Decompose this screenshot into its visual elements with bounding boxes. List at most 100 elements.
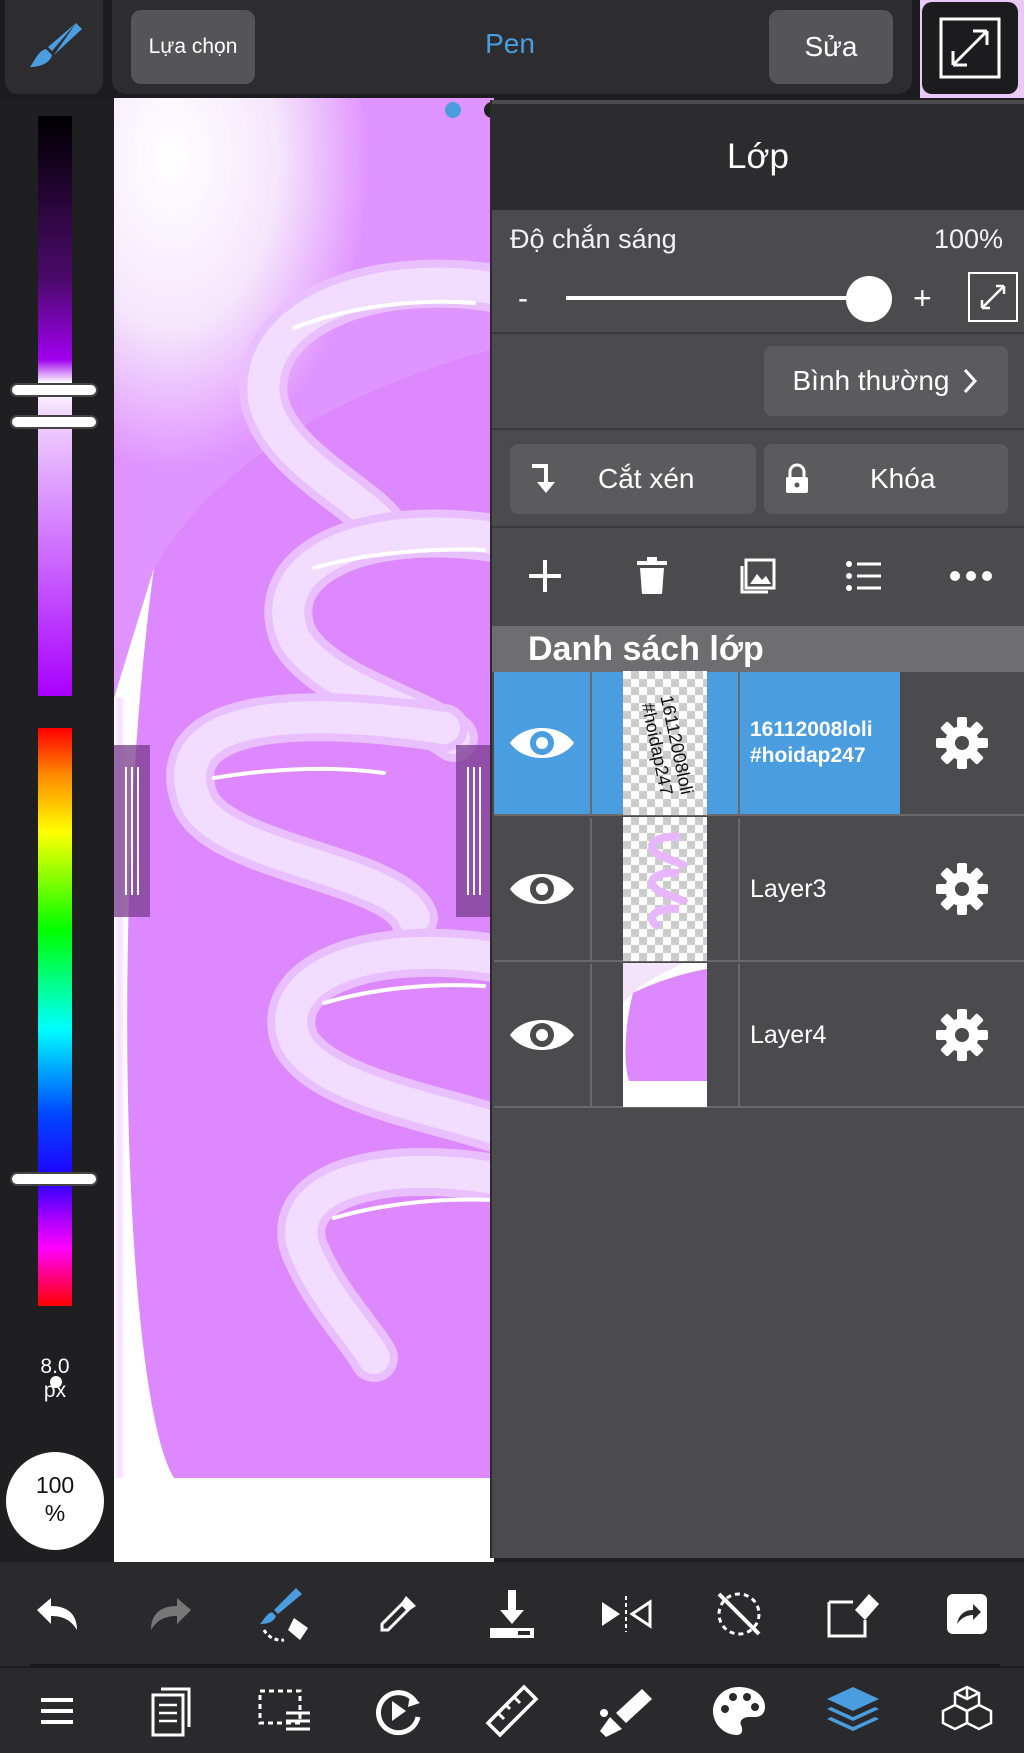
redo-icon xyxy=(150,1598,191,1630)
layer-settings-button[interactable] xyxy=(900,818,1024,960)
menu-button[interactable] xyxy=(17,1676,97,1746)
clipping-label: Cắt xén xyxy=(598,463,695,494)
3d-model-button[interactable] xyxy=(927,1676,1007,1746)
layer-settings-button[interactable] xyxy=(900,672,1024,814)
undo-icon xyxy=(36,1598,77,1630)
ruler-icon xyxy=(485,1684,539,1737)
layers-button[interactable] xyxy=(813,1676,893,1746)
ruler-button[interactable] xyxy=(472,1676,552,1746)
flip-button[interactable] xyxy=(586,1579,666,1649)
eye-icon xyxy=(510,728,574,758)
deselect-button[interactable] xyxy=(699,1579,779,1649)
layer-actions xyxy=(492,528,1024,624)
undo-button[interactable] xyxy=(17,1579,97,1649)
zoom-unit: % xyxy=(44,1500,66,1526)
save-button[interactable] xyxy=(472,1579,552,1649)
opacity-decrease-button[interactable]: - xyxy=(518,282,528,316)
opacity-slider-track[interactable] xyxy=(566,296,866,300)
eraser-button[interactable] xyxy=(813,1579,893,1649)
hue-slider[interactable] xyxy=(38,728,72,1306)
visibility-toggle[interactable] xyxy=(494,672,592,814)
layer-thumbnail xyxy=(623,963,707,1107)
blend-mode-button[interactable]: Bình thường xyxy=(764,346,1008,416)
layer-panel-title: Lớp xyxy=(492,104,1024,210)
brush-icon xyxy=(30,23,82,67)
edit-button[interactable]: Sửa xyxy=(769,10,893,84)
layer-name[interactable]: 16112008loli #hoidap247 xyxy=(740,672,900,814)
blend-mode-label: Bình thường xyxy=(792,365,950,396)
clip-arrow-icon xyxy=(532,464,555,493)
visibility-toggle[interactable] xyxy=(494,818,592,960)
color-button[interactable] xyxy=(699,1676,779,1746)
layer-name-line: 16112008loli xyxy=(750,718,873,741)
brush-opacity-button[interactable]: 100 % xyxy=(6,1452,104,1550)
more-options-button[interactable] xyxy=(931,541,1011,611)
right-panel-handle[interactable] xyxy=(456,745,492,917)
layer-name[interactable]: Layer4 xyxy=(740,964,900,1106)
lock-label: Khóa xyxy=(870,463,936,494)
eye-icon xyxy=(510,874,574,904)
selection-tool-button[interactable] xyxy=(244,1676,324,1746)
layer-thumbnail-cell[interactable]: 16112008loli #hoidap247 xyxy=(592,671,740,815)
eye-icon xyxy=(510,1020,574,1050)
layer-name[interactable]: Layer3 xyxy=(740,818,900,960)
layer-thumbnail-cell[interactable] xyxy=(592,963,740,1107)
layer-settings-button[interactable] xyxy=(900,964,1024,1106)
redo-button[interactable] xyxy=(131,1579,211,1649)
page-indicator-active[interactable] xyxy=(445,102,461,118)
list-icon xyxy=(846,561,882,591)
current-tool-name[interactable]: Pen xyxy=(400,28,620,60)
brush-tool-button[interactable] xyxy=(5,0,103,94)
material-button[interactable] xyxy=(586,1676,666,1746)
add-image-layer-button[interactable] xyxy=(718,541,798,611)
clipping-button[interactable]: Cắt xén xyxy=(510,444,756,514)
download-icon xyxy=(489,1590,534,1638)
add-layer-button[interactable] xyxy=(505,541,585,611)
layer-thumbnail xyxy=(623,817,707,961)
layer-list-button[interactable] xyxy=(824,541,904,611)
brightness-handle[interactable] xyxy=(10,383,98,397)
eyedropper-button[interactable] xyxy=(358,1579,438,1649)
left-panel-handle[interactable] xyxy=(114,745,150,917)
brush-swap-button[interactable] xyxy=(244,1579,324,1649)
layer-row[interactable]: Layer3 xyxy=(494,817,1024,962)
layer-row-selected[interactable]: 16112008loli #hoidap247 16112008loli #ho… xyxy=(494,671,1024,816)
layer-thumbnail: 16112008loli #hoidap247 xyxy=(623,671,707,815)
more-icon xyxy=(949,571,992,581)
gear-icon xyxy=(936,717,988,769)
expand-icon xyxy=(939,17,1001,79)
deselect-icon xyxy=(717,1592,761,1636)
brightness-slider[interactable] xyxy=(38,116,72,696)
delete-layer-button[interactable] xyxy=(612,541,692,611)
divider xyxy=(492,428,1024,430)
layer-row[interactable]: Layer4 xyxy=(494,963,1024,1108)
gear-icon xyxy=(936,1009,988,1061)
saturation-handle[interactable] xyxy=(10,415,98,429)
zoom-value: 100 xyxy=(35,1472,75,1498)
rotate-icon xyxy=(376,1689,421,1735)
action-toolbar xyxy=(0,1562,1024,1666)
opacity-increase-button[interactable]: + xyxy=(913,280,932,317)
hue-handle[interactable] xyxy=(10,1172,98,1186)
thumbnail-art xyxy=(623,963,707,1107)
menu-icon xyxy=(40,1697,73,1724)
gear-icon xyxy=(936,863,988,915)
selection-button[interactable]: Lựa chọn xyxy=(131,10,255,84)
fullscreen-button[interactable] xyxy=(922,2,1018,94)
layer-name-line: #hoidap247 xyxy=(750,744,866,767)
pages-icon xyxy=(151,1687,191,1736)
lock-button[interactable]: Khóa xyxy=(764,444,1008,514)
drawing-canvas[interactable] xyxy=(114,98,494,1564)
palette-icon xyxy=(713,1686,766,1735)
opacity-label: Độ chắn sáng xyxy=(510,224,677,254)
transform-button[interactable] xyxy=(358,1676,438,1746)
pages-button[interactable] xyxy=(131,1676,211,1746)
opacity-value: 100% xyxy=(934,224,1004,254)
share-button[interactable] xyxy=(927,1579,1007,1649)
visibility-toggle[interactable] xyxy=(494,964,592,1106)
opacity-slider-knob[interactable] xyxy=(846,276,892,322)
brush-swap-icon xyxy=(260,1588,309,1642)
layer-thumbnail-cell[interactable] xyxy=(592,817,740,961)
opacity-expand-button[interactable] xyxy=(968,272,1018,322)
expand-icon xyxy=(980,284,1006,310)
